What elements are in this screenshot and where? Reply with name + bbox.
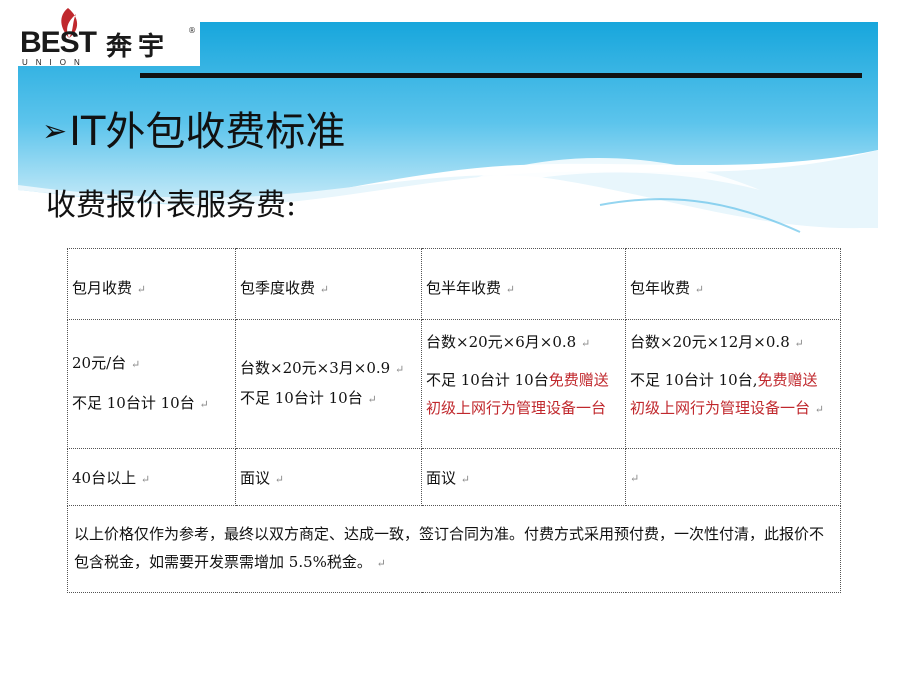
header-cell-yearly: 包年收费 ↵ [625, 248, 841, 320]
slide-subtitle: 收费报价表服务费: [46, 188, 297, 223]
logo-brand-cn: 奔宇 [106, 32, 171, 62]
promo-free-gift: 免费赠送 [757, 371, 818, 389]
cell-bulk-yearly: ↵ [625, 448, 841, 506]
title-divider [140, 73, 862, 78]
logo-brand-sub: UNION [22, 58, 88, 67]
cell-half-year-price: 台数×20元×6月×0.8 ↵ 不足 10台计 10台免费赠送 初级上网行为管理… [421, 319, 626, 449]
table-row-note: 以上价格仅作为参考，最终以双方商定、达成一致，签订合同为准。付费方式采用预付费，… [67, 505, 841, 593]
header-cell-monthly: 包月收费 ↵ [67, 248, 236, 320]
promo-device-text: 初级上网行为管理设备一台 [426, 399, 607, 417]
slide-title-text: IT外包收费标准 [69, 109, 346, 155]
table-row-pricing: 20元/台 ↵ 不足 10台计 10台 ↵ 台数×20元×3月×0.9 ↵ 不足… [67, 319, 841, 449]
cell-yearly-price: 台数×20元×12月×0.8 ↵ 不足 10台计 10台,免费赠送 初级上网行为… [625, 319, 841, 449]
header-cell-half-year: 包半年收费 ↵ [421, 248, 626, 320]
table-row-bulk: 40台以上 ↵ 面议 ↵ 面议 ↵ ↵ [67, 448, 841, 506]
cell-bulk-half-year: 面议 ↵ [421, 448, 626, 506]
cell-monthly-price: 20元/台 ↵ 不足 10台计 10台 ↵ [67, 319, 236, 449]
slide-title: ➢IT外包收费标准 [42, 106, 345, 158]
table-header-row: 包月收费 ↵ 包季度收费 ↵ 包半年收费 ↵ 包年收费 ↵ [67, 248, 841, 320]
logo-brand-en: BEST [20, 26, 97, 59]
logo-registered-mark: ® [188, 26, 196, 35]
cell-pricing-note: 以上价格仅作为参考，最终以双方商定、达成一致，签订合同为准。付费方式采用预付费，… [67, 505, 841, 593]
bullet-arrow-icon: ➢ [42, 114, 68, 149]
pricing-table: 包月收费 ↵ 包季度收费 ↵ 包半年收费 ↵ 包年收费 ↵ 20元/台 ↵ 不足… [67, 248, 841, 593]
promo-free-gift: 免费赠送 [548, 371, 609, 389]
cell-bulk-label: 40台以上 ↵ [67, 448, 236, 506]
header-cell-quarterly: 包季度收费 ↵ [235, 248, 422, 320]
promo-device-text: 初级上网行为管理设备一台 [630, 399, 811, 417]
cell-bulk-quarterly: 面议 ↵ [235, 448, 422, 506]
company-logo: BEST UNION 奔宇 ® [18, 6, 196, 67]
cell-quarterly-price: 台数×20元×3月×0.9 ↵ 不足 10台计 10台 ↵ [235, 319, 422, 449]
